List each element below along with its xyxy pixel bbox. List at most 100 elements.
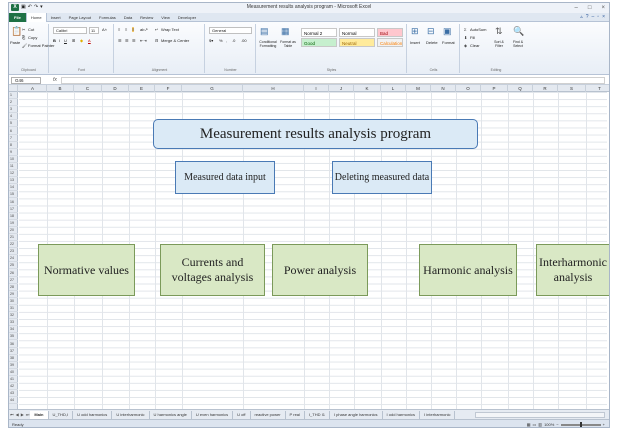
row-header-9[interactable]: 9 (9, 149, 18, 156)
sort-filter-icon[interactable]: ⇅ (495, 26, 503, 37)
column-header-f[interactable]: F (155, 85, 182, 92)
row-header-30[interactable]: 30 (9, 298, 18, 305)
font-name-select[interactable]: Calibri (53, 27, 87, 34)
cut-button[interactable]: ✂ Cut (22, 27, 34, 32)
row-header-39[interactable]: 39 (9, 362, 18, 369)
align-top-icon[interactable]: ≡ (118, 27, 120, 32)
row-header-33[interactable]: 33 (9, 319, 18, 327)
row-header-20[interactable]: 20 (9, 227, 18, 234)
row-header-11[interactable]: 11 (9, 163, 18, 171)
merge-center-button[interactable]: ⊟ Merge & Center (155, 38, 189, 43)
row-header-2[interactable]: 2 (9, 99, 18, 107)
sheet-tab[interactable]: I odd harmonics (383, 410, 421, 419)
row-header-29[interactable]: 29 (9, 291, 18, 298)
row-header-22[interactable]: 22 (9, 241, 18, 249)
cell-style-normal-2[interactable]: Normal 2 (301, 28, 337, 37)
italic-button[interactable]: I (59, 38, 60, 43)
column-header-k[interactable]: K (354, 85, 381, 92)
sheet-tab[interactable]: Main (30, 410, 49, 419)
normal-view-icon[interactable]: ▦ (527, 422, 531, 427)
format-as-table-button[interactable]: Format as Table (279, 40, 297, 48)
row-header-19[interactable]: 19 (9, 220, 18, 227)
select-all-corner[interactable] (9, 85, 18, 92)
column-header-i[interactable]: I (304, 85, 329, 92)
font-size-select[interactable]: 11 (89, 27, 99, 34)
find-select-button[interactable]: Find & Select (509, 40, 527, 48)
row-header-14[interactable]: 14 (9, 184, 18, 192)
borders-icon[interactable]: ⊞ (72, 38, 75, 43)
column-header-d[interactable]: D (102, 85, 129, 92)
row-header-21[interactable]: 21 (9, 234, 18, 242)
clear-button[interactable]: ◈ Clear (464, 43, 480, 48)
column-header-n[interactable]: N (431, 85, 456, 92)
grow-font-icon[interactable]: A˄ (102, 27, 107, 32)
column-header-c[interactable]: C (74, 85, 102, 92)
sheet-tab[interactable]: I_THD I1 (305, 410, 330, 419)
harmonic-analysis-button[interactable]: Harmonic analysis (419, 244, 517, 296)
decrease-decimal-icon[interactable]: .00 (241, 38, 247, 43)
tab-file[interactable]: File (9, 12, 26, 22)
row-header-44[interactable]: 44 (9, 397, 18, 405)
column-header-e[interactable]: E (129, 85, 155, 92)
row-header-40[interactable]: 40 (9, 369, 18, 376)
currents-voltages-analysis-button[interactable]: Currents and voltages analysis (160, 244, 265, 296)
row-header-36[interactable]: 36 (9, 341, 18, 348)
delete-button[interactable]: Delete (426, 40, 438, 45)
delete-cells-icon[interactable]: ⊟ (427, 26, 435, 37)
column-header-r[interactable]: R (533, 85, 558, 92)
zoom-slider[interactable] (560, 421, 601, 427)
row-header-4[interactable]: 4 (9, 113, 18, 121)
power-analysis-button[interactable]: Power analysis (272, 244, 368, 296)
tab-page-layout[interactable]: Page Layout (65, 13, 95, 22)
minimize-icon[interactable]: – (575, 3, 578, 13)
deleting-measured-data-button[interactable]: Deleting measured data (332, 161, 432, 194)
row-header-38[interactable]: 38 (9, 355, 18, 362)
minimize-ribbon-icon[interactable]: ▵ (580, 14, 583, 20)
column-header-a[interactable]: A (19, 85, 47, 92)
column-header-q[interactable]: Q (508, 85, 533, 92)
align-bottom-icon[interactable]: ≡ (132, 27, 135, 32)
row-header-37[interactable]: 37 (9, 348, 18, 355)
cell-style-neutral[interactable]: Neutral (339, 38, 375, 47)
paste-button[interactable]: Paste (10, 40, 20, 45)
row-header-7[interactable]: 7 (9, 135, 18, 142)
horizontal-scrollbar[interactable] (475, 412, 605, 418)
zoom-level[interactable]: 100% (544, 422, 554, 427)
column-header-p[interactable]: P (481, 85, 508, 92)
wrap-text-button[interactable]: ↵ Wrap Text (155, 27, 179, 32)
sheet-tab[interactable]: U off (233, 410, 251, 419)
fill-color-icon[interactable]: ◆ (80, 38, 83, 43)
conditional-formatting-icon[interactable]: ▤ (260, 26, 269, 37)
sheet-tab[interactable]: reactive power (251, 410, 286, 419)
insert-function-icon[interactable]: fx (53, 77, 57, 83)
increase-decimal-icon[interactable]: .0 (232, 38, 235, 43)
row-header-42[interactable]: 42 (9, 383, 18, 391)
workbook-close-icon[interactable]: × (602, 14, 605, 20)
row-header-15[interactable]: 15 (9, 191, 18, 199)
row-header-34[interactable]: 34 (9, 326, 18, 334)
paste-icon[interactable]: 📋 (11, 26, 22, 37)
column-header-h[interactable]: H (243, 85, 304, 92)
indent-icon[interactable]: ⇤⇥ (140, 38, 147, 43)
sheet-tab[interactable]: U harmonics angle (150, 410, 192, 419)
cell-style-bad[interactable]: Bad (377, 28, 403, 37)
row-header-13[interactable]: 13 (9, 177, 18, 185)
row-header-10[interactable]: 10 (9, 156, 18, 163)
tab-formulas[interactable]: Formulas (95, 13, 120, 22)
underline-button[interactable]: U (64, 38, 67, 43)
formula-input[interactable] (61, 77, 605, 84)
row-header-32[interactable]: 32 (9, 312, 18, 320)
row-header-26[interactable]: 26 (9, 270, 18, 277)
column-header-g[interactable]: G (182, 85, 243, 92)
workbook-minimize-icon[interactable]: – (592, 14, 595, 20)
sheet-tab[interactable]: U_THD,I (49, 410, 74, 419)
normative-values-button[interactable]: Normative values (38, 244, 135, 296)
autosum-button[interactable]: Σ AutoSum (464, 27, 486, 32)
zoom-in-icon[interactable]: + (603, 422, 605, 427)
workbook-restore-icon[interactable]: ▫ (597, 14, 599, 20)
row-header-25[interactable]: 25 (9, 262, 18, 270)
row-header-5[interactable]: 5 (9, 120, 18, 128)
sheet-tab[interactable]: P real (286, 410, 305, 419)
sheet-tab[interactable]: I phase angle harmonics (330, 410, 383, 419)
number-format-select[interactable]: General (209, 27, 252, 34)
